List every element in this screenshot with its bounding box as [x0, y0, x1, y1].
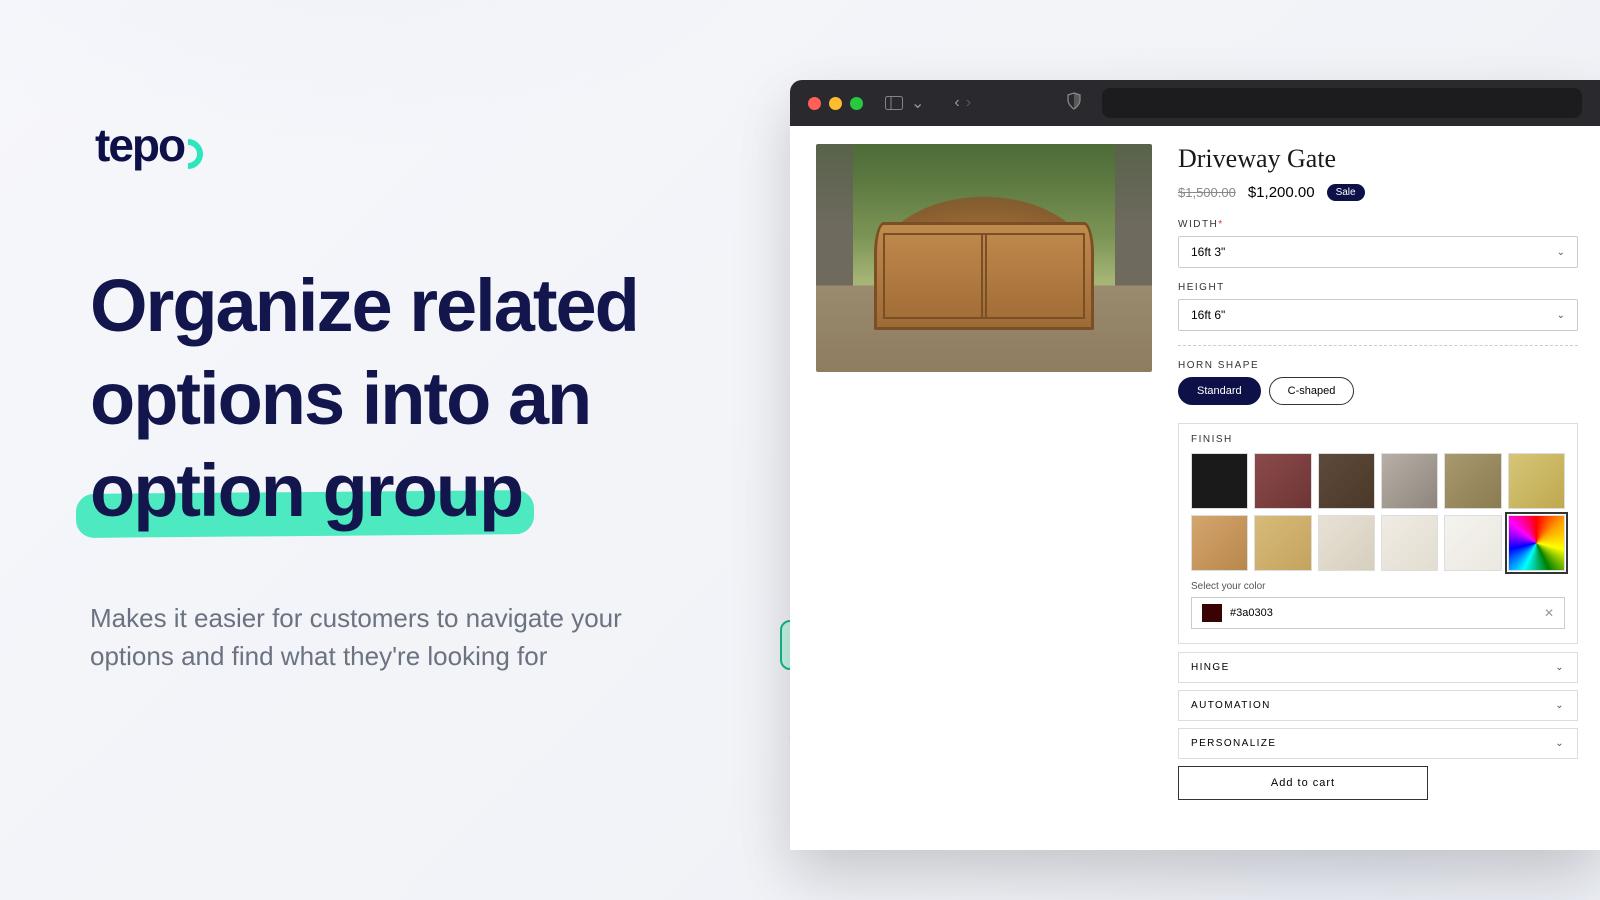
- product-title: Driveway Gate: [1178, 144, 1578, 174]
- url-bar[interactable]: [1102, 88, 1582, 118]
- finish-label: FINISH: [1191, 434, 1565, 445]
- color-chip: [1202, 604, 1222, 622]
- brand-logo: tepo: [95, 118, 184, 172]
- headline: Organize related options into an option …: [90, 260, 700, 538]
- forward-icon[interactable]: ›: [966, 94, 971, 112]
- color-value: #3a0303: [1230, 607, 1273, 619]
- finish-swatch[interactable]: [1381, 515, 1438, 571]
- chevron-down-icon: ⌄: [1555, 738, 1565, 749]
- close-icon[interactable]: [808, 97, 821, 110]
- minimize-icon[interactable]: [829, 97, 842, 110]
- finish-swatch[interactable]: [1508, 453, 1565, 509]
- accordion-hinge[interactable]: HINGE⌄: [1178, 652, 1578, 683]
- finish-group: FINISH Select your color #3a0303 ✕: [1178, 423, 1578, 644]
- brand-name: tepo: [95, 119, 184, 171]
- headline-line1: Organize related: [90, 264, 638, 347]
- headline-line2: options into an: [90, 357, 590, 440]
- accordion-personalize[interactable]: PERSONALIZE⌄: [1178, 728, 1578, 759]
- finish-swatch[interactable]: [1254, 515, 1311, 571]
- clear-icon[interactable]: ✕: [1544, 606, 1554, 620]
- maximize-icon[interactable]: [850, 97, 863, 110]
- chevron-down-icon: ⌄: [1555, 700, 1565, 711]
- add-to-cart-button[interactable]: Add to cart: [1178, 766, 1428, 800]
- horn-option-standard[interactable]: Standard: [1178, 377, 1261, 405]
- browser-titlebar: ⌄ ‹ ›: [790, 80, 1600, 126]
- finish-swatch[interactable]: [1191, 453, 1248, 509]
- color-prompt: Select your color: [1191, 581, 1565, 592]
- horn-shape-label: HORN SHAPE: [1178, 360, 1578, 371]
- accordion-automation[interactable]: AUTOMATION⌄: [1178, 690, 1578, 721]
- chevron-down-icon: ⌄: [1557, 247, 1565, 258]
- chevron-down-icon: ⌄: [1557, 310, 1565, 321]
- product-image: [816, 144, 1152, 372]
- finish-swatch[interactable]: [1381, 453, 1438, 509]
- subtext: Makes it easier for customers to navigat…: [90, 600, 680, 675]
- sale-badge: Sale: [1327, 184, 1365, 201]
- chevron-down-icon[interactable]: ⌄: [911, 93, 924, 113]
- sidebar-toggle-icon[interactable]: [885, 96, 903, 110]
- finish-swatch[interactable]: [1318, 453, 1375, 509]
- color-input[interactable]: #3a0303 ✕: [1191, 597, 1565, 629]
- headline-highlight: option group: [90, 445, 522, 538]
- height-select[interactable]: 16ft 6" ⌄: [1178, 299, 1578, 331]
- finish-swatch[interactable]: [1508, 515, 1565, 571]
- browser-window: ⌄ ‹ › Driveway Gate $1,500.00 $1,200.00 …: [790, 80, 1600, 850]
- horn-option-cshaped[interactable]: C-shaped: [1269, 377, 1355, 405]
- finish-swatch[interactable]: [1191, 515, 1248, 571]
- shield-icon[interactable]: [1066, 92, 1082, 115]
- finish-swatch[interactable]: [1444, 453, 1501, 509]
- width-select[interactable]: 16ft 3" ⌄: [1178, 236, 1578, 268]
- price-original: $1,500.00: [1178, 185, 1236, 200]
- finish-swatch[interactable]: [1444, 515, 1501, 571]
- chevron-down-icon: ⌄: [1555, 662, 1565, 673]
- back-icon[interactable]: ‹: [954, 94, 959, 112]
- price-sale: $1,200.00: [1248, 184, 1315, 201]
- height-label: HEIGHT: [1178, 282, 1578, 293]
- finish-swatch[interactable]: [1318, 515, 1375, 571]
- width-label: WIDTH*: [1178, 219, 1578, 230]
- finish-swatch[interactable]: [1254, 453, 1311, 509]
